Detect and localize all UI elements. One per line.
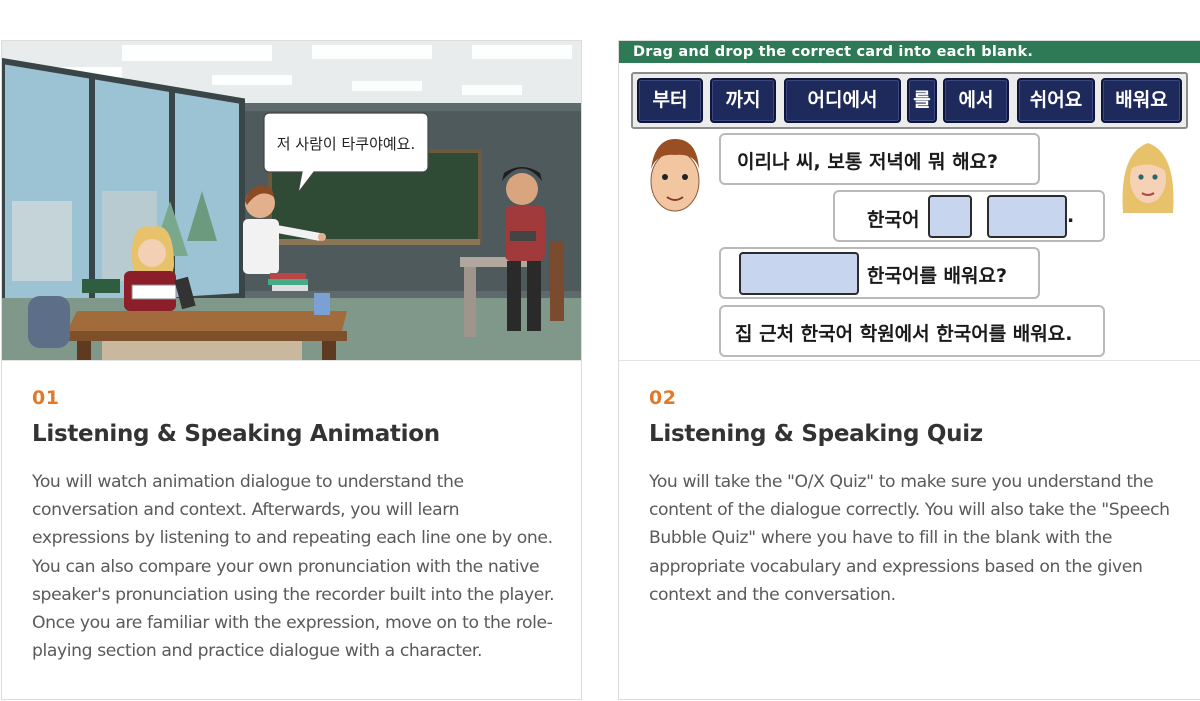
word-card[interactable]: 까지 bbox=[710, 78, 776, 123]
card-description: You will watch animation dialogue to und… bbox=[32, 472, 555, 662]
card-title: Listening & Speaking Animation bbox=[32, 421, 440, 447]
feature-card-animation: 저 사람이 타쿠야예요. 01 Listening & Speaking Ani… bbox=[1, 40, 582, 700]
speech-bubble-quiz-image: Drag and drop the correct card into each… bbox=[619, 41, 1200, 361]
word-card[interactable]: 부터 bbox=[637, 78, 703, 123]
female-character-icon bbox=[1122, 143, 1174, 213]
card-title: Listening & Speaking Quiz bbox=[649, 421, 983, 447]
answer-blank[interactable] bbox=[987, 195, 1067, 238]
answer-blank[interactable] bbox=[739, 252, 859, 295]
male-character-icon bbox=[650, 139, 700, 212]
speech-bubble-2-period: . bbox=[1067, 205, 1075, 227]
speech-bubble-2: 한국어 . bbox=[833, 190, 1105, 242]
card-number: 02 bbox=[649, 387, 677, 409]
word-card[interactable]: 어디에서 bbox=[784, 78, 901, 123]
speech-bubble-4: 집 근처 한국어 학원에서 한국어를 배워요. bbox=[719, 305, 1105, 357]
speech-bubble-text: 저 사람이 타쿠야예요. bbox=[277, 135, 416, 153]
feature-card-body: 02 Listening & Speaking Quiz You will ta… bbox=[649, 387, 1176, 609]
word-card[interactable]: 에서 bbox=[943, 78, 1009, 123]
quiz-instruction: Drag and drop the correct card into each… bbox=[619, 41, 1200, 63]
word-card[interactable]: 쉬어요 bbox=[1017, 78, 1095, 123]
word-card-tray: 부터 까지 어디에서 를 에서 쉬어요 배워요 bbox=[631, 72, 1188, 129]
feature-card-quiz: Drag and drop the correct card into each… bbox=[618, 40, 1200, 700]
classroom-animation-image: 저 사람이 타쿠야예요. bbox=[2, 41, 581, 361]
classroom-scene: 저 사람이 타쿠야예요. bbox=[2, 41, 581, 360]
speech-bubble-1: 이리나 씨, 보통 저녁에 뭐 해요? bbox=[719, 133, 1040, 185]
word-card[interactable]: 배워요 bbox=[1101, 78, 1182, 123]
speech-bubble-1-text: 이리나 씨, 보통 저녁에 뭐 해요? bbox=[737, 151, 999, 173]
answer-blank[interactable] bbox=[928, 195, 972, 238]
speech-bubble-3-text: 한국어를 배워요? bbox=[867, 265, 1007, 287]
card-description: You will take the "O/X Quiz" to make sur… bbox=[649, 472, 1170, 605]
speech-bubble-3: 한국어를 배워요? bbox=[719, 247, 1040, 299]
word-card[interactable]: 를 bbox=[907, 78, 937, 123]
speech-bubble-4-text: 집 근처 한국어 학원에서 한국어를 배워요. bbox=[735, 323, 1073, 345]
speech-bubble-2-text: 한국어 bbox=[867, 209, 920, 231]
card-number: 01 bbox=[32, 387, 60, 409]
feature-card-body: 01 Listening & Speaking Animation You wi… bbox=[32, 387, 557, 665]
